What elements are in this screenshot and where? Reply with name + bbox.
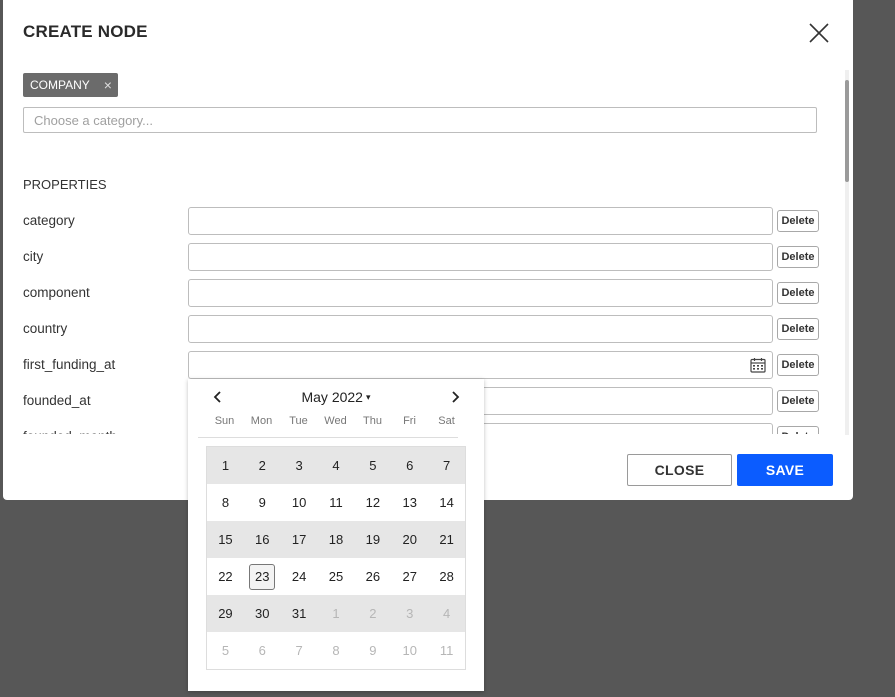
today-marker: 23 xyxy=(249,563,276,590)
save-button[interactable]: SAVE xyxy=(737,454,833,486)
calendar-day-next-month[interactable]: 10 xyxy=(391,632,428,669)
calendar-day[interactable]: 27 xyxy=(391,558,428,595)
delete-button[interactable]: Delete xyxy=(777,354,819,376)
weekday-label: Thu xyxy=(363,415,382,427)
delete-button[interactable]: Delete xyxy=(777,210,819,232)
property-row-component: component Delete xyxy=(3,279,843,307)
calendar-day[interactable]: 18 xyxy=(318,521,355,558)
property-label: first_funding_at xyxy=(23,357,116,372)
delete-button[interactable]: Delete xyxy=(777,390,819,412)
calendar-day[interactable]: 1 xyxy=(207,447,244,484)
month-year-label: May 2022 xyxy=(301,389,363,405)
calendar-day-next-month[interactable]: 7 xyxy=(281,632,318,669)
weekday-label: Tue xyxy=(289,415,308,427)
chip-label: COMPANY xyxy=(30,78,90,92)
calendar-day[interactable]: 24 xyxy=(281,558,318,595)
calendar-day[interactable]: 11 xyxy=(318,484,355,521)
category-search-input[interactable] xyxy=(23,107,817,133)
weekday-label: Sun xyxy=(214,415,235,427)
property-label: city xyxy=(23,249,44,264)
weekday-label: Mon xyxy=(250,415,273,427)
calendar-day[interactable]: 29 xyxy=(207,595,244,632)
property-label: country xyxy=(23,321,68,336)
scrollbar-thumb[interactable] xyxy=(845,80,849,182)
close-icon[interactable] xyxy=(808,22,830,44)
calendar-day[interactable]: 20 xyxy=(391,521,428,558)
calendar-day[interactable]: 3 xyxy=(281,447,318,484)
property-label: founded_month xyxy=(23,429,117,434)
calendar-day[interactable]: 5 xyxy=(354,447,391,484)
calendar-day-next-month[interactable]: 5 xyxy=(207,632,244,669)
calendar-week: 1 2 3 4 5 6 7 xyxy=(207,447,465,484)
property-row-country: country Delete xyxy=(3,315,843,343)
property-value-input[interactable] xyxy=(188,207,773,235)
calendar-day[interactable]: 2 xyxy=(244,447,281,484)
property-value-input[interactable] xyxy=(188,315,773,343)
chevron-right-icon[interactable] xyxy=(448,390,462,404)
weekday-label: Fri xyxy=(403,415,416,427)
divider xyxy=(198,437,458,438)
calendar-day[interactable]: 31 xyxy=(281,595,318,632)
calendar-day[interactable]: 30 xyxy=(244,595,281,632)
calendar-day[interactable]: 19 xyxy=(354,521,391,558)
weekday-label: Sat xyxy=(438,415,455,427)
caret-down-icon: ▾ xyxy=(365,392,371,402)
calendar-week: 5 6 7 8 9 10 11 xyxy=(207,632,465,669)
calendar-day[interactable]: 13 xyxy=(391,484,428,521)
calendar-day-next-month[interactable]: 3 xyxy=(391,595,428,632)
calendar-day-next-month[interactable]: 1 xyxy=(318,595,355,632)
calendar-day[interactable]: 17 xyxy=(281,521,318,558)
close-button[interactable]: CLOSE xyxy=(627,454,732,486)
calendar-day[interactable]: 16 xyxy=(244,521,281,558)
calendar-day[interactable]: 15 xyxy=(207,521,244,558)
calendar-grid: 1 2 3 4 5 6 7 8 9 10 11 12 13 14 15 16 1… xyxy=(206,446,466,670)
calendar-day[interactable]: 25 xyxy=(318,558,355,595)
property-label: category xyxy=(23,213,75,228)
delete-button[interactable]: Delete xyxy=(777,282,819,304)
calendar-week: 22 23 24 25 26 27 28 xyxy=(207,558,465,595)
calendar-day[interactable]: 10 xyxy=(281,484,318,521)
weekday-header: Sun Mon Tue Wed Thu Fri Sat xyxy=(206,415,465,427)
calendar-day-next-month[interactable]: 8 xyxy=(318,632,355,669)
calendar-day[interactable]: 22 xyxy=(207,558,244,595)
date-input[interactable] xyxy=(188,351,773,379)
calendar-day[interactable]: 12 xyxy=(354,484,391,521)
calendar-day[interactable]: 28 xyxy=(428,558,465,595)
property-value-input[interactable] xyxy=(188,279,773,307)
property-label: founded_at xyxy=(23,393,91,408)
calendar-day-next-month[interactable]: 2 xyxy=(354,595,391,632)
properties-heading: PROPERTIES xyxy=(23,177,107,192)
calendar-day[interactable]: 21 xyxy=(428,521,465,558)
delete-button[interactable]: Delete xyxy=(777,426,819,434)
calendar-day[interactable]: 9 xyxy=(244,484,281,521)
calendar-day-next-month[interactable]: 6 xyxy=(244,632,281,669)
dialog-title: CREATE NODE xyxy=(23,22,148,41)
calendar-icon[interactable] xyxy=(750,357,766,373)
property-row-first-funding-at: first_funding_at Delete xyxy=(3,351,843,379)
property-row-city: city Delete xyxy=(3,243,843,271)
property-value-input[interactable] xyxy=(188,243,773,271)
calendar-day[interactable]: 8 xyxy=(207,484,244,521)
delete-button[interactable]: Delete xyxy=(777,318,819,340)
month-year-selector[interactable]: May 2022 ▾ xyxy=(188,389,484,405)
calendar-day[interactable]: 14 xyxy=(428,484,465,521)
calendar-day[interactable]: 6 xyxy=(391,447,428,484)
date-picker-popup: May 2022 ▾ Sun Mon Tue Wed Thu Fri Sat 1 … xyxy=(188,379,484,691)
weekday-label: Wed xyxy=(324,415,347,427)
calendar-day-today[interactable]: 23 xyxy=(244,558,281,595)
company-label-chip: COMPANY × xyxy=(23,73,118,97)
calendar-day[interactable]: 7 xyxy=(428,447,465,484)
calendar-day-next-month[interactable]: 11 xyxy=(428,632,465,669)
calendar-day[interactable]: 4 xyxy=(318,447,355,484)
chip-remove-icon[interactable]: × xyxy=(104,78,112,92)
property-label: component xyxy=(23,285,90,300)
calendar-week: 15 16 17 18 19 20 21 xyxy=(207,521,465,558)
calendar-day-next-month[interactable]: 9 xyxy=(354,632,391,669)
calendar-week: 29 30 31 1 2 3 4 xyxy=(207,595,465,632)
delete-button[interactable]: Delete xyxy=(777,246,819,268)
calendar-day[interactable]: 26 xyxy=(354,558,391,595)
calendar-week: 8 9 10 11 12 13 14 xyxy=(207,484,465,521)
property-row-category: category Delete xyxy=(3,207,843,235)
calendar-day-next-month[interactable]: 4 xyxy=(428,595,465,632)
